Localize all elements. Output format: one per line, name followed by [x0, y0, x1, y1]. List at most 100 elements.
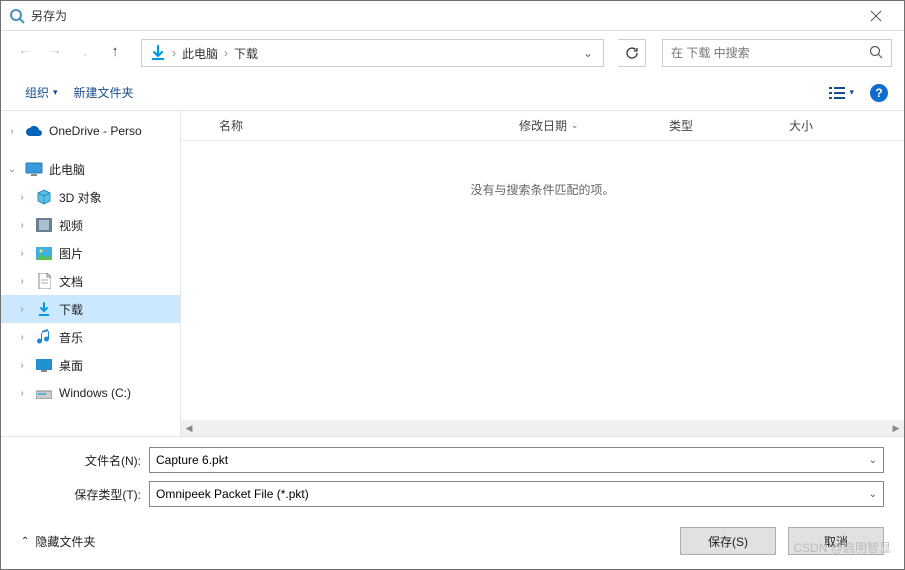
view-options-button[interactable]: ▾ — [825, 82, 858, 104]
hide-folders-label: 隐藏文件夹 — [35, 533, 95, 550]
chevron-right-icon[interactable]: › — [15, 248, 29, 259]
column-header-name[interactable]: 名称 — [211, 117, 511, 134]
tree-item-videos[interactable]: › 视频 — [1, 211, 180, 239]
forward-button[interactable]: 🠒 — [43, 41, 67, 65]
chevron-right-icon[interactable]: › — [15, 192, 29, 203]
organize-button[interactable]: 组织 ▾ — [17, 80, 66, 105]
filename-row: 文件名(N): ⌄ — [21, 447, 884, 473]
tree-label: 文档 — [59, 273, 83, 290]
refresh-button[interactable] — [618, 39, 646, 67]
chevron-right-icon[interactable]: › — [15, 276, 29, 287]
drive-icon — [35, 384, 53, 402]
newfolder-button[interactable]: 新建文件夹 — [66, 80, 142, 105]
column-header-size[interactable]: 大小 — [781, 117, 851, 134]
tree-item-thispc[interactable]: ⌄ 此电脑 — [1, 155, 180, 183]
scroll-left-icon[interactable]: ◀ — [181, 420, 197, 436]
file-list-body[interactable]: 没有与搜索条件匹配的项。 — [181, 141, 904, 420]
document-icon — [35, 272, 53, 290]
up-button[interactable]: 🠑 — [103, 41, 127, 65]
horizontal-scrollbar[interactable]: ◀ ▶ — [181, 420, 904, 436]
chevron-right-icon[interactable]: › — [15, 388, 29, 399]
app-icon — [9, 8, 25, 24]
breadcrumb-thispc[interactable]: 此电脑 — [178, 45, 222, 62]
window-title: 另存为 — [31, 7, 856, 24]
desktop-icon — [35, 356, 53, 374]
recent-dropdown[interactable]: ⌄ — [73, 41, 97, 65]
tree-item-pictures[interactable]: › 图片 — [1, 239, 180, 267]
nav-bar: 🠐 🠒 ⌄ 🠑 › 此电脑 › 下载 ⌄ — [1, 31, 904, 75]
scrollbar-track[interactable] — [197, 420, 888, 436]
breadcrumb-downloads[interactable]: 下载 — [230, 45, 262, 62]
chevron-right-icon[interactable]: › — [15, 220, 29, 231]
filetype-label: 保存类型(T): — [21, 486, 141, 503]
cancel-button[interactable]: 取消 — [788, 527, 884, 555]
search-box[interactable] — [662, 39, 892, 67]
back-button[interactable]: 🠐 — [13, 41, 37, 65]
tree-item-cdrive[interactable]: › Windows (C:) — [1, 379, 180, 407]
sort-indicator-icon: ⌄ — [571, 120, 579, 131]
filetype-select[interactable]: Omnipeek Packet File (*.pkt) ⌄ — [149, 481, 884, 507]
chevron-right-icon[interactable]: › — [222, 46, 230, 60]
chevron-down-icon[interactable]: ⌄ — [5, 164, 19, 175]
chevron-down-icon: ▾ — [849, 87, 854, 98]
file-list: 名称 修改日期 ⌄ 类型 大小 没有与搜索条件匹配的项。 ◀ ▶ — [181, 111, 904, 436]
chevron-down-icon: ▾ — [53, 87, 58, 98]
help-button[interactable]: ? — [870, 84, 888, 102]
hide-folders-link[interactable]: ⌃ 隐藏文件夹 — [21, 533, 95, 550]
downloads-icon — [35, 300, 53, 318]
save-button[interactable]: 保存(S) — [680, 527, 776, 555]
chevron-right-icon[interactable]: › — [170, 46, 178, 60]
column-headers: 名称 修改日期 ⌄ 类型 大小 — [181, 111, 904, 141]
filetype-value: Omnipeek Packet File (*.pkt) — [156, 487, 309, 501]
nav-tree[interactable]: › OneDrive - Perso ⌄ 此电脑 › 3D 对象 › 视频 › … — [1, 111, 181, 436]
tree-item-3dobjects[interactable]: › 3D 对象 — [1, 183, 180, 211]
toolbar: 组织 ▾ 新建文件夹 ▾ ? — [1, 75, 904, 111]
tree-label: 此电脑 — [49, 161, 85, 178]
cube-icon — [35, 188, 53, 206]
column-header-date-label: 修改日期 — [519, 117, 567, 134]
music-icon — [35, 328, 53, 346]
tree-label: 下载 — [59, 301, 83, 318]
tree-label: 视频 — [59, 217, 83, 234]
filename-label: 文件名(N): — [21, 452, 141, 469]
film-icon — [35, 216, 53, 234]
search-icon[interactable] — [869, 45, 883, 62]
tree-item-onedrive[interactable]: › OneDrive - Perso — [1, 117, 180, 145]
tree-label: 3D 对象 — [59, 189, 102, 206]
downloads-folder-icon — [146, 41, 170, 65]
filename-input[interactable] — [156, 453, 869, 467]
chevron-right-icon[interactable]: › — [5, 126, 19, 137]
tree-item-desktop[interactable]: › 桌面 — [1, 351, 180, 379]
column-header-date[interactable]: 修改日期 ⌄ — [511, 117, 661, 134]
tree-label: 桌面 — [59, 357, 83, 374]
action-row: ⌃ 隐藏文件夹 保存(S) 取消 — [1, 517, 904, 569]
close-button[interactable] — [856, 2, 896, 30]
chevron-right-icon[interactable]: › — [15, 360, 29, 371]
picture-icon — [35, 244, 53, 262]
body: › OneDrive - Perso ⌄ 此电脑 › 3D 对象 › 视频 › … — [1, 111, 904, 436]
chevron-right-icon[interactable]: › — [15, 332, 29, 343]
chevron-right-icon[interactable]: › — [15, 304, 29, 315]
tree-label: 音乐 — [59, 329, 83, 346]
filename-input-wrapper[interactable]: ⌄ — [149, 447, 884, 473]
chevron-up-icon: ⌃ — [21, 536, 29, 547]
cloud-icon — [25, 122, 43, 140]
chevron-down-icon[interactable]: ⌄ — [869, 455, 877, 466]
tree-label: OneDrive - Perso — [49, 124, 142, 138]
tree-item-documents[interactable]: › 文档 — [1, 267, 180, 295]
chevron-down-icon[interactable]: ⌄ — [869, 489, 877, 500]
scroll-right-icon[interactable]: ▶ — [888, 420, 904, 436]
address-dropdown[interactable]: ⌄ — [577, 46, 599, 60]
tree-label: Windows (C:) — [59, 386, 131, 400]
tree-item-downloads[interactable]: › 下载 — [1, 295, 180, 323]
computer-icon — [25, 160, 43, 178]
address-bar[interactable]: › 此电脑 › 下载 ⌄ — [141, 39, 604, 67]
tree-item-music[interactable]: › 音乐 — [1, 323, 180, 351]
titlebar: 另存为 — [1, 1, 904, 31]
column-header-type[interactable]: 类型 — [661, 117, 781, 134]
empty-message: 没有与搜索条件匹配的项。 — [181, 141, 904, 238]
filetype-row: 保存类型(T): Omnipeek Packet File (*.pkt) ⌄ — [21, 481, 884, 507]
organize-label: 组织 — [25, 84, 49, 101]
search-input[interactable] — [671, 46, 869, 60]
footer-form: 文件名(N): ⌄ 保存类型(T): Omnipeek Packet File … — [1, 436, 904, 517]
